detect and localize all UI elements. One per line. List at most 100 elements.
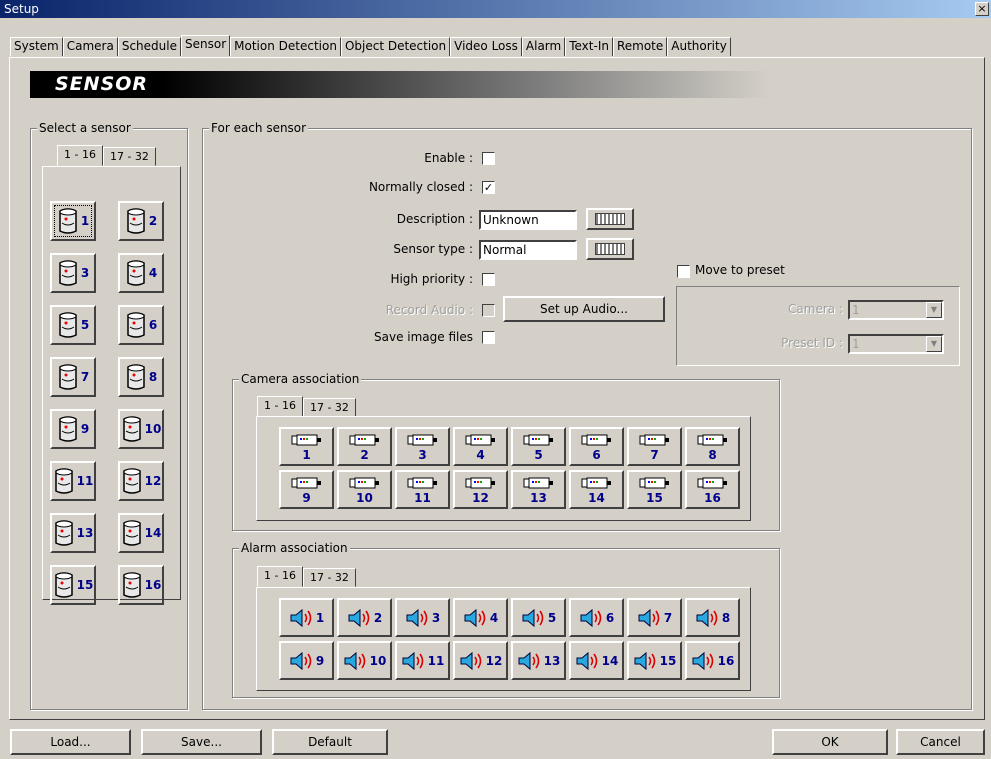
tab-text-in[interactable]: Text-In: [565, 37, 613, 56]
camera-assoc-button-14[interactable]: 14: [569, 470, 624, 509]
camera-assoc-button-4[interactable]: 4: [453, 427, 508, 466]
sensor-icon: [125, 311, 147, 339]
alarm-assoc-button-11[interactable]: 11: [395, 641, 450, 680]
sensor-button-15[interactable]: 15: [50, 565, 96, 605]
tab-alarms-1-16[interactable]: 1 - 16: [257, 566, 303, 587]
save-button[interactable]: Save...: [141, 729, 262, 755]
sensor-button-14[interactable]: 14: [118, 513, 164, 553]
tab-camera[interactable]: Camera: [62, 37, 118, 56]
default-button[interactable]: Default: [272, 729, 388, 755]
sensor-button-12[interactable]: 12: [118, 461, 164, 501]
alarm-assoc-button-14[interactable]: 14: [569, 641, 624, 680]
high-priority-checkbox[interactable]: [482, 273, 495, 286]
camera-assoc-button-8[interactable]: 8: [685, 427, 740, 466]
sensor-button-2[interactable]: 2: [118, 201, 164, 241]
save-image-files-checkbox[interactable]: [482, 331, 495, 344]
tab-cameras-17-32[interactable]: 17 - 32: [302, 398, 356, 417]
sensor-button-4[interactable]: 4: [118, 253, 164, 293]
camera-assoc-button-5[interactable]: 5: [511, 427, 566, 466]
alarm-assoc-button-9[interactable]: 9: [279, 641, 334, 680]
sensor-button-5[interactable]: 5: [50, 305, 96, 345]
sensor-button-16[interactable]: 16: [118, 565, 164, 605]
tab-sensors-1-16[interactable]: 1 - 16: [57, 145, 103, 166]
alarm-number: 1: [315, 610, 325, 625]
alarm-assoc-button-1[interactable]: 1: [279, 598, 334, 637]
tab-alarms-17-32[interactable]: 17 - 32: [302, 568, 356, 587]
tab-alarm[interactable]: Alarm: [521, 37, 566, 56]
alarm-assoc-button-4[interactable]: 4: [453, 598, 508, 637]
tab-schedule[interactable]: Schedule: [117, 37, 181, 56]
alarm-assoc-button-12[interactable]: 12: [453, 641, 508, 680]
normally-closed-checkbox[interactable]: ✓: [482, 181, 495, 194]
camera-label: Camera :: [788, 302, 843, 316]
camera-select[interactable]: 1 ▼: [848, 300, 944, 320]
sensor-button-8[interactable]: 8: [118, 357, 164, 397]
sensor-number: 8: [148, 370, 158, 384]
alarm-assoc-button-13[interactable]: 13: [511, 641, 566, 680]
alarm-assoc-button-8[interactable]: 8: [685, 598, 740, 637]
alarm-assoc-button-3[interactable]: 3: [395, 598, 450, 637]
tab-motion-detection[interactable]: Motion Detection: [230, 37, 341, 56]
load-button[interactable]: Load...: [10, 729, 131, 755]
camera-assoc-button-2[interactable]: 2: [337, 427, 392, 466]
preset-id-select[interactable]: 1 ▼: [848, 334, 944, 354]
sensor-number: 2: [148, 214, 158, 228]
alarm-assoc-button-2[interactable]: 2: [337, 598, 392, 637]
move-to-preset-checkbox[interactable]: [677, 265, 690, 278]
camera-assoc-button-16[interactable]: 16: [685, 470, 740, 509]
sensor-button-7[interactable]: 7: [50, 357, 96, 397]
alarm-assoc-button-10[interactable]: 10: [337, 641, 392, 680]
sensor-button-3[interactable]: 3: [50, 253, 96, 293]
sensor-button-9[interactable]: 9: [50, 409, 96, 449]
tab-sensors-17-32[interactable]: 17 - 32: [102, 147, 156, 166]
tab-cameras-1-16[interactable]: 1 - 16: [257, 396, 303, 417]
camera-assoc-button-7[interactable]: 7: [627, 427, 682, 466]
camera-icon: [291, 432, 323, 448]
camera-assoc-button-1[interactable]: 1: [279, 427, 334, 466]
tab-authority[interactable]: Authority: [667, 37, 731, 56]
alarm-association-legend: Alarm association: [239, 541, 350, 555]
sensor-type-keyboard-button[interactable]: [586, 238, 634, 260]
sensor-button-6[interactable]: 6: [118, 305, 164, 345]
speaker-icon: [633, 651, 657, 671]
camera-assoc-button-10[interactable]: 10: [337, 470, 392, 509]
tab-video-loss[interactable]: Video Loss: [450, 37, 522, 56]
sensor-icon: [121, 519, 143, 547]
sensor-button-11[interactable]: 11: [50, 461, 96, 501]
preset-id-select-value: 1: [852, 337, 860, 351]
main-tabs: System Camera Schedule Sensor Motion Detecti…: [10, 35, 731, 57]
tab-sensor[interactable]: Sensor: [181, 35, 231, 56]
tab-system[interactable]: System: [10, 37, 63, 56]
alarm-assoc-button-7[interactable]: 7: [627, 598, 682, 637]
camera-assoc-button-6[interactable]: 6: [569, 427, 624, 466]
enable-checkbox[interactable]: [482, 152, 495, 165]
camera-icon: [581, 432, 613, 448]
alarm-assoc-button-5[interactable]: 5: [511, 598, 566, 637]
record-audio-checkbox[interactable]: [482, 304, 495, 317]
alarm-number: 4: [489, 610, 499, 625]
sensor-number: 10: [144, 422, 162, 436]
camera-assoc-button-3[interactable]: 3: [395, 427, 450, 466]
camera-assoc-button-11[interactable]: 11: [395, 470, 450, 509]
close-icon[interactable]: ×: [975, 2, 989, 16]
camera-assoc-button-9[interactable]: 9: [279, 470, 334, 509]
sensor-type-field[interactable]: Normal: [479, 240, 577, 260]
description-field[interactable]: Unknown: [479, 210, 577, 230]
tab-remote[interactable]: Remote: [612, 37, 668, 56]
sensor-number: 12: [144, 474, 162, 488]
alarm-assoc-button-16[interactable]: 16: [685, 641, 740, 680]
tab-object-detection[interactable]: Object Detection: [340, 37, 451, 56]
sensor-button-13[interactable]: 13: [50, 513, 96, 553]
ok-button[interactable]: OK: [772, 729, 888, 755]
alarm-assoc-button-6[interactable]: 6: [569, 598, 624, 637]
camera-assoc-button-15[interactable]: 15: [627, 470, 682, 509]
alarm-number: 13: [543, 653, 561, 668]
sensor-button-10[interactable]: 10: [118, 409, 164, 449]
sensor-button-1[interactable]: 1: [50, 201, 96, 241]
camera-assoc-button-12[interactable]: 12: [453, 470, 508, 509]
camera-assoc-button-13[interactable]: 13: [511, 470, 566, 509]
description-keyboard-button[interactable]: [586, 208, 634, 230]
alarm-assoc-button-15[interactable]: 15: [627, 641, 682, 680]
cancel-button[interactable]: Cancel: [896, 729, 985, 755]
setup-audio-button[interactable]: Set up Audio...: [503, 296, 665, 322]
